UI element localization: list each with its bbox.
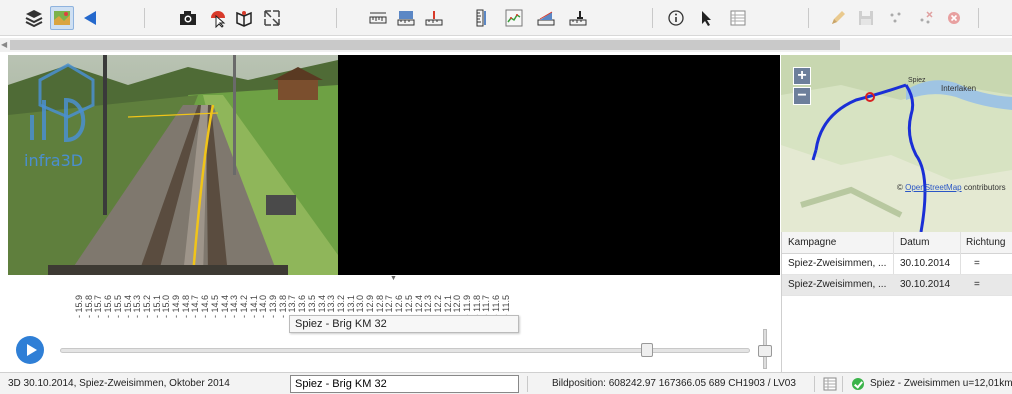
table-row-selected[interactable]: Spiez-Zweisimmen, ... 30.10.2014 = <box>782 275 1012 296</box>
table-row[interactable]: Spiez-Zweisimmen, ... 30.10.2014 = <box>782 254 1012 275</box>
secondary-viewer[interactable] <box>338 55 780 275</box>
osm-link[interactable]: OpenStreetMap <box>905 183 961 192</box>
column-header-richtung[interactable]: Richtung <box>966 237 1005 248</box>
km-tick: - 14.5 <box>209 295 220 319</box>
level-icon[interactable] <box>566 6 590 30</box>
route-input[interactable] <box>290 375 519 393</box>
table-header: Kampagne Datum Richtung <box>782 232 1012 254</box>
map-icon[interactable] <box>50 6 74 30</box>
km-tick: - 15.9 <box>74 295 84 319</box>
cell-kampagne: Spiez-Zweisimmen, ... <box>788 258 887 269</box>
cell-datum: 30.10.2014 <box>900 279 951 290</box>
speed-slider-thumb[interactable] <box>758 345 772 357</box>
play-button[interactable] <box>16 336 44 364</box>
km-tick: - 14.4 <box>219 295 230 319</box>
image-position: Bildposition: 608242.97 167366.05 689 CH… <box>552 378 796 389</box>
km-tick: - 14.0 <box>258 295 269 319</box>
zoom-in-button[interactable]: + <box>793 67 811 85</box>
infra3d-logo-text: infra3D <box>24 151 84 170</box>
zoom-out-button[interactable]: − <box>793 87 811 105</box>
km-tick: - 15.6 <box>103 295 114 319</box>
3d-view-icon[interactable] <box>232 6 256 30</box>
scroll-left-icon[interactable]: ◀ <box>1 40 7 49</box>
info-icon[interactable] <box>664 6 688 30</box>
map-label-interlaken: Interlaken <box>941 84 977 93</box>
measure-horizontal-icon[interactable] <box>366 6 390 30</box>
expand-icon[interactable] <box>260 6 284 30</box>
map-label-spiez: Spiez <box>908 77 926 84</box>
layers-icon[interactable] <box>22 6 46 30</box>
km-tick: - 15.5 <box>112 295 123 319</box>
map-tiles <box>781 55 1012 232</box>
campaign-table: Kampagne Datum Richtung Spiez-Zweisimmen… <box>781 232 1012 372</box>
table-icon[interactable] <box>726 6 750 30</box>
campaign-status: 3D 30.10.2014, Spiez-Zweisimmen, Oktober… <box>8 378 230 389</box>
km-tick: - 13.9 <box>268 295 278 319</box>
collapse-handle-icon[interactable]: ▼ <box>390 275 397 282</box>
km-tick: - 14.3 <box>229 295 240 319</box>
cancel-icon[interactable] <box>942 6 966 30</box>
save-icon[interactable] <box>854 6 878 30</box>
back-arrow-icon[interactable] <box>78 6 102 30</box>
km-tick: - 11.9 <box>462 295 472 318</box>
column-header-datum[interactable]: Datum <box>900 237 929 248</box>
map-view[interactable]: + − Spiez Interlaken © OpenStreetMap con… <box>781 55 1012 232</box>
delete-points-icon[interactable] <box>914 6 938 30</box>
cell-richtung: = <box>974 258 980 269</box>
edit-icon[interactable] <box>826 6 850 30</box>
profile-icon[interactable] <box>502 6 526 30</box>
cell-kampagne: Spiez-Zweisimmen, ... <box>788 279 887 290</box>
status-bar: 3D 30.10.2014, Spiez-Zweisimmen, Oktober… <box>0 372 1012 394</box>
route-status: Spiez - Zweisimmen u=12,01km <box>870 378 1012 389</box>
map-attribution: © OpenStreetMap contributors <box>897 183 1006 192</box>
km-tick: - 15.7 <box>93 295 104 319</box>
status-ok-icon <box>852 378 864 390</box>
camera-icon[interactable] <box>176 6 200 30</box>
km-tick: - 14.6 <box>200 295 211 319</box>
measure-height-icon[interactable] <box>468 6 492 30</box>
km-tick: - 14.7 <box>190 295 201 319</box>
km-tick: - 15.0 <box>161 295 172 319</box>
points-icon[interactable] <box>884 6 908 30</box>
km-tick: - 11.6 <box>491 295 502 318</box>
cell-datum: 30.10.2014 <box>900 258 951 269</box>
point-cloud-pick-icon[interactable] <box>206 6 230 30</box>
cell-richtung: = <box>974 279 980 290</box>
table-icon[interactable] <box>823 377 837 394</box>
km-tick: - 15.3 <box>132 295 143 319</box>
route-tooltip: Spiez - Brig KM 32 <box>289 315 519 333</box>
video-image[interactable]: infra3D <box>8 55 338 275</box>
km-tick: - 11.5 <box>500 295 511 318</box>
km-tick: - 15.2 <box>141 295 152 319</box>
km-tick: - 14.2 <box>238 295 249 319</box>
toolbar <box>0 0 1012 36</box>
km-tick: - 14.9 <box>171 295 181 319</box>
column-header-kampagne[interactable]: Kampagne <box>788 237 836 248</box>
slope-icon[interactable] <box>534 6 558 30</box>
measure-area-icon[interactable] <box>394 6 418 30</box>
horizontal-scrollbar[interactable]: ◀ <box>0 38 1012 52</box>
scrollbar-thumb[interactable] <box>10 40 840 50</box>
timeline-slider-thumb[interactable] <box>640 343 653 357</box>
km-tick: - 11.7 <box>481 295 492 318</box>
km-tick: - 15.4 <box>122 295 133 319</box>
pointer-icon[interactable] <box>694 6 718 30</box>
measure-vertical-icon[interactable] <box>422 6 446 30</box>
timeline-panel: ▼ - 15.9- 15.8- 15.7- 15.6- 15.5- 15.4- … <box>0 275 781 372</box>
